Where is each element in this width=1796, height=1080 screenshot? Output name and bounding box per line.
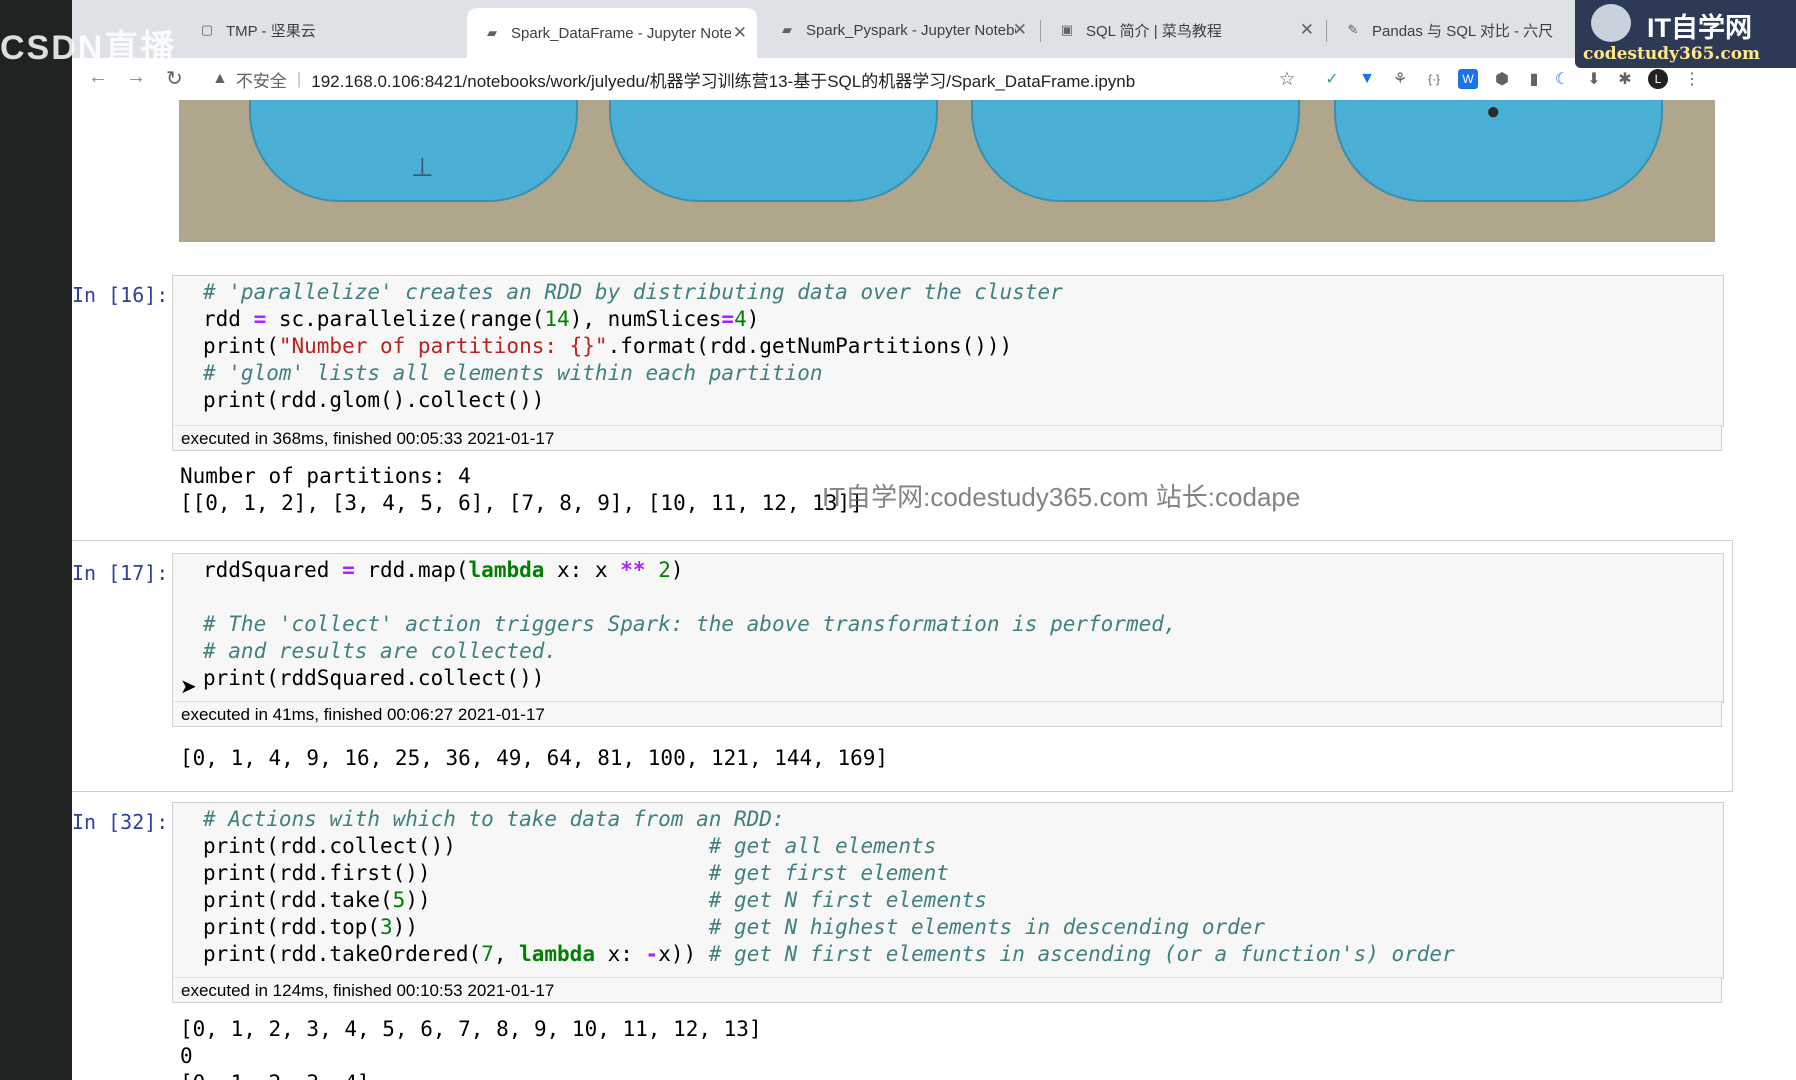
tab-spark-dataframe[interactable]: ▰ Spark_DataFrame - Jupyter Notebook ✕ <box>467 8 757 58</box>
left-dark-strip <box>0 0 72 1080</box>
page-icon: ▢ <box>200 22 214 37</box>
forward-arrow-icon[interactable]: → <box>126 66 146 89</box>
shield-icon[interactable]: ⬢ <box>1492 69 1512 89</box>
tab-title: Spark_Pyspark - Jupyter Notebook <box>806 21 1016 39</box>
rdd-diagram-image: map ⊥ map map ● <box>179 100 1715 242</box>
partition-shape: map <box>609 100 938 202</box>
bookmark-star-icon[interactable]: ☆ <box>1277 69 1297 90</box>
moon-icon[interactable]: ☾ <box>1552 69 1572 89</box>
code-text[interactable]: rddSquared = rdd.map(lambda x: x ** 2) #… <box>173 554 1723 695</box>
reload-icon[interactable]: ↻ <box>166 66 183 91</box>
address-toolbar: ← → ↻ ▲ 不安全 | 192.168.0.106:8421/noteboo… <box>72 58 1796 101</box>
close-icon[interactable]: ✕ <box>733 23 747 43</box>
code-line[interactable]: # Actions with which to take data from a… <box>203 806 1723 833</box>
tab-title: SQL 简介 | 菜鸟教程 <box>1086 22 1222 40</box>
execution-timing: executed in 41ms, finished 00:06:27 2021… <box>172 701 1722 727</box>
code-editor[interactable]: # Actions with which to take data from a… <box>172 802 1724 979</box>
csdn-watermark: CSDN直播 <box>0 29 177 67</box>
partition-shape: map ⊥ <box>249 100 578 202</box>
code-line[interactable]: print(rdd.take(5)) # get N first element… <box>203 887 1723 914</box>
mouse-cursor-icon: ➤ <box>180 676 197 698</box>
monkey-logo-icon <box>1591 4 1631 42</box>
output-line: [0, 1, 4, 9, 16, 25, 36, 49, 64, 81, 100… <box>180 746 889 770</box>
tab-separator <box>1326 20 1327 42</box>
tab-title: TMP - 坚果云 <box>226 22 316 40</box>
execution-timing: executed in 124ms, finished 00:10:53 202… <box>172 977 1722 1003</box>
close-icon[interactable]: ✕ <box>1300 20 1314 40</box>
cell-output: Number of partitions: 4 [[0, 1, 2], [3, 4… <box>180 463 863 517</box>
check-icon[interactable]: ✓ <box>1322 69 1342 89</box>
address-bar[interactable]: ▲ 不安全 | 192.168.0.106:8421/notebooks/wor… <box>212 63 1135 95</box>
runoob-icon: ▣ <box>1060 22 1074 37</box>
tab-sql-intro[interactable]: ▣ SQL 简介 | 菜鸟教程 ✕ <box>1042 8 1324 52</box>
code-editor[interactable]: # 'parallelize' creates an RDD by distri… <box>172 275 1724 427</box>
code-line[interactable]: print("Number of partitions: {}".format(… <box>203 333 1723 360</box>
puzzle-icon[interactable]: ✱ <box>1615 69 1635 89</box>
code-line[interactable]: rddSquared = rdd.map(lambda x: x ** 2) <box>203 557 1723 584</box>
arrow-icon: ● <box>1486 100 1501 125</box>
notebook-area: map ⊥ map map ● In [16]: ▼ # 'paralleliz… <box>72 100 1796 1080</box>
warning-icon: ▲ <box>212 70 228 87</box>
code-line[interactable] <box>203 584 1723 611</box>
insecure-label: 不安全 <box>235 71 287 91</box>
code-line[interactable]: rdd = sc.parallelize(range(14), numSlice… <box>203 306 1723 333</box>
tree-icon[interactable]: ⚘ <box>1390 69 1410 89</box>
code-line[interactable]: print(rdd.takeOrdered(7, lambda x: -x)) … <box>203 941 1723 968</box>
code-text[interactable]: # 'parallelize' creates an RDD by distri… <box>173 276 1723 417</box>
code-line[interactable]: # and results are collected. <box>203 638 1723 665</box>
cell-output: [0, 1, 4, 9, 16, 25, 36, 49, 64, 81, 100… <box>180 745 888 772</box>
notebook-icon: ▰ <box>782 22 792 37</box>
output-line: [[0, 1, 2], [3, 4, 5, 6], [7, 8, 9], [10… <box>180 491 863 515</box>
partition-shape: ● <box>1334 100 1663 202</box>
zhihu-icon: ✎ <box>1347 22 1359 37</box>
lock-icon[interactable]: ▮ <box>1524 69 1544 89</box>
tab-title: Spark_DataFrame - Jupyter Notebook <box>511 24 731 42</box>
word-icon[interactable]: W <box>1458 69 1478 89</box>
divider: | <box>296 69 302 88</box>
tab-title: Pandas 与 SQL 对比 - 六尺 <box>1372 22 1554 40</box>
cell-output: [0, 1, 2, 3, 4, 5, 6, 7, 8, 9, 10, 11, 1… <box>180 1016 762 1080</box>
logo-title: IT自学网 <box>1647 13 1752 43</box>
cell-prompt: In [16]: <box>72 283 169 307</box>
tab-separator <box>1040 20 1041 42</box>
cell-prompt: In [17]: <box>72 561 169 585</box>
cell-prompt: In [32]: <box>72 810 169 834</box>
output-line: Number of partitions: 4 <box>180 464 471 488</box>
tab-spark-pyspark[interactable]: ▰ Spark_Pyspark - Jupyter Notebook ✕ <box>762 8 1037 52</box>
logo-subtitle: codestudy365.com <box>1583 44 1761 64</box>
tab-pandas-sql[interactable]: ✎ Pandas 与 SQL 对比 - 六尺 <box>1328 8 1578 52</box>
url-text[interactable]: 192.168.0.106:8421/notebooks/work/julyed… <box>311 67 1135 92</box>
output-line: [0, 1, 2, 3, 4] <box>180 1070 762 1080</box>
code-line[interactable]: # 'glom' lists all elements within each … <box>203 360 1723 387</box>
code-line[interactable]: print(rdd.collect()) # get all elements <box>203 833 1723 860</box>
code-line[interactable]: # The 'collect' action triggers Spark: t… <box>203 611 1723 638</box>
browser-window: ▢ TMP - 坚果云 ✕ ▰ Spark_DataFrame - Jupyte… <box>72 0 1796 1080</box>
partition-shape: map <box>971 100 1300 202</box>
code-line[interactable]: print(rddSquared.collect()) <box>203 665 1723 692</box>
code-editor[interactable]: rddSquared = rdd.map(lambda x: x ** 2) #… <box>172 553 1724 703</box>
code-line[interactable]: # 'parallelize' creates an RDD by distri… <box>203 279 1723 306</box>
arrow-icon: ⊥ <box>411 152 434 182</box>
download-icon[interactable]: ⬇ <box>1584 69 1604 89</box>
code-text[interactable]: # Actions with which to take data from a… <box>173 803 1723 971</box>
json-icon[interactable]: {·} <box>1424 69 1444 89</box>
profile-avatar[interactable]: L <box>1648 69 1668 89</box>
code-line[interactable]: print(rdd.top(3)) # get N highest elemen… <box>203 914 1723 941</box>
tab-strip: ▢ TMP - 坚果云 ✕ ▰ Spark_DataFrame - Jupyte… <box>72 0 1796 58</box>
back-arrow-icon[interactable]: ← <box>88 66 108 89</box>
menu-icon[interactable]: ⋮ <box>1682 69 1702 89</box>
code-line[interactable]: print(rdd.glom().collect()) <box>203 387 1723 414</box>
output-line: [0, 1, 2, 3, 4, 5, 6, 7, 8, 9, 10, 11, 1… <box>180 1017 762 1041</box>
vue-icon[interactable]: ▼ <box>1357 69 1377 89</box>
execution-timing: executed in 368ms, finished 00:05:33 202… <box>172 425 1722 451</box>
center-watermark: IT自学网:codestudy365.com 站长:codape <box>822 482 1301 512</box>
output-line: 0 <box>180 1044 193 1068</box>
code-line[interactable]: print(rdd.first()) # get first element <box>203 860 1723 887</box>
close-icon[interactable]: ✕ <box>1013 20 1027 40</box>
notebook-icon: ▰ <box>487 25 497 40</box>
it-logo-badge: IT自学网 codestudy365.com <box>1575 0 1796 68</box>
